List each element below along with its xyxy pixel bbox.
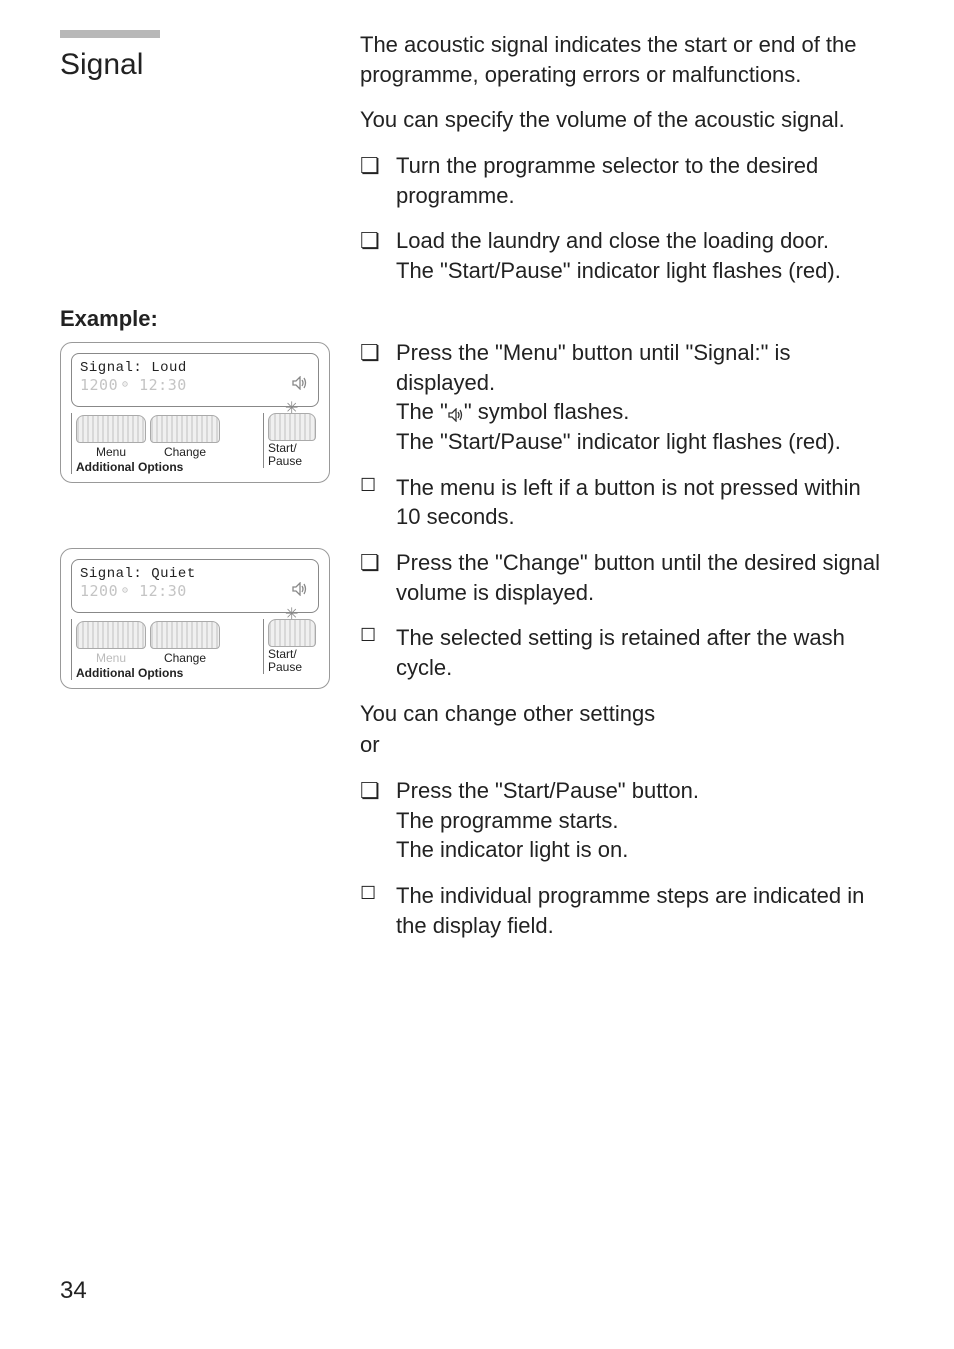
- step-text: Load the laundry and close the loading d…: [396, 226, 894, 285]
- step-text: Turn the programme selector to the desir…: [396, 151, 894, 210]
- change-label: Change: [150, 445, 220, 459]
- lcd-line1: Signal: Quiet: [80, 566, 310, 582]
- lcd-line2: 1200 12:30: [80, 376, 310, 394]
- page-title: Signal: [60, 48, 350, 81]
- note-text: The individual programme steps are indic…: [396, 881, 894, 940]
- note-text: The menu is left if a button is not pres…: [396, 473, 894, 532]
- change-button[interactable]: [150, 621, 220, 649]
- bullet-square-icon: ❏: [360, 226, 396, 256]
- start-pause-button[interactable]: ✳: [268, 413, 316, 441]
- indicator-light-icon: ✳: [285, 604, 298, 624]
- rpm-icon: [122, 587, 129, 594]
- lcd-screen: Signal: Quiet 1200 12:30: [71, 559, 319, 613]
- rpm-icon: [122, 381, 129, 388]
- page-number: 34: [60, 1277, 87, 1305]
- start-pause-button[interactable]: ✳: [268, 619, 316, 647]
- lcd-line1: Signal: Loud: [80, 360, 310, 376]
- change-button[interactable]: [150, 415, 220, 443]
- bullet-square-icon: ❏: [360, 776, 396, 806]
- bullet-square-icon: ❏: [360, 338, 396, 368]
- step-text: Press the "Menu" button until "Signal:" …: [396, 338, 894, 457]
- menu-label: Menu: [76, 445, 146, 459]
- start-pause-label: Start/Pause: [268, 648, 319, 674]
- step-text: Press the "Start/Pause" button. The prog…: [396, 776, 894, 865]
- speaker-icon: [292, 376, 308, 395]
- start-pause-label: Start/Pause: [268, 442, 319, 468]
- speaker-icon: [448, 408, 464, 422]
- intro-paragraph-1: The acoustic signal indicates the start …: [360, 30, 894, 89]
- lcd-line2: 1200 12:30: [80, 582, 310, 600]
- device-display-panel: Signal: Quiet 1200 12:30 Menu Change: [60, 548, 330, 689]
- device-display-panel: Signal: Loud 1200 12:30 Menu Change: [60, 342, 330, 483]
- note-square-icon: ☐: [360, 881, 396, 905]
- body-text: or: [360, 730, 894, 760]
- bullet-square-icon: ❏: [360, 548, 396, 578]
- step-text: Press the "Change" button until the desi…: [396, 548, 894, 607]
- note-square-icon: ☐: [360, 473, 396, 497]
- note-square-icon: ☐: [360, 623, 396, 647]
- example-label: Example:: [60, 306, 350, 332]
- accent-bar: [60, 30, 160, 38]
- body-text: You can change other settings: [360, 699, 894, 729]
- additional-options-label: Additional Options: [76, 666, 257, 680]
- menu-button[interactable]: [76, 621, 146, 649]
- intro-paragraph-2: You can specify the volume of the acoust…: [360, 105, 894, 135]
- bullet-square-icon: ❏: [360, 151, 396, 181]
- change-label: Change: [150, 651, 220, 665]
- additional-options-label: Additional Options: [76, 460, 257, 474]
- lcd-screen: Signal: Loud 1200 12:30: [71, 353, 319, 407]
- note-text: The selected setting is retained after t…: [396, 623, 894, 682]
- indicator-light-icon: ✳: [285, 398, 298, 418]
- menu-label: Menu: [76, 651, 146, 665]
- speaker-icon: [292, 582, 308, 601]
- menu-button[interactable]: [76, 415, 146, 443]
